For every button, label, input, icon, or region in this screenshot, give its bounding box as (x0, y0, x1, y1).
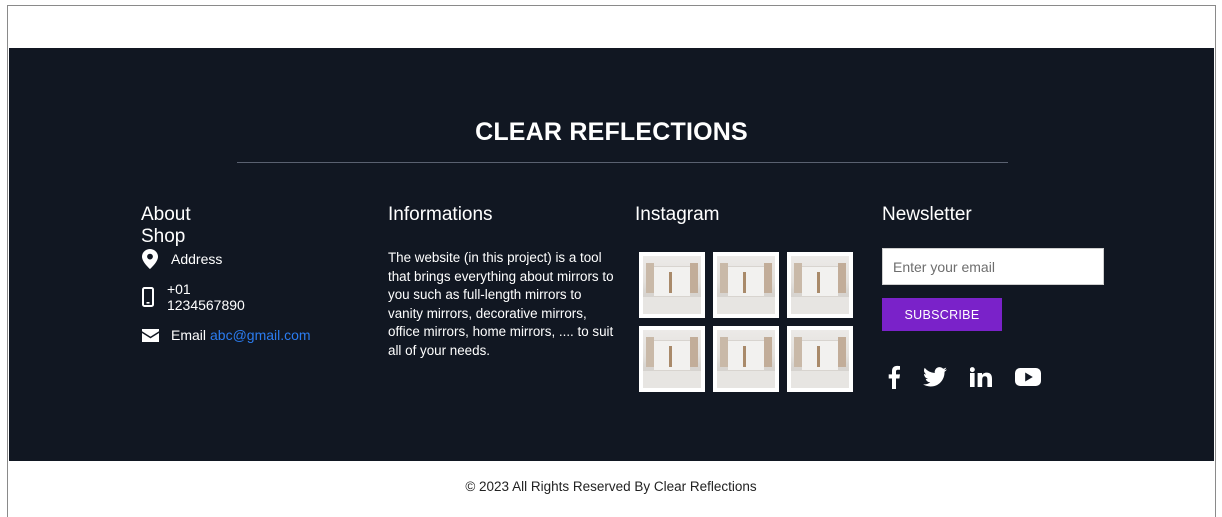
envelope-icon (141, 325, 159, 345)
email-link[interactable]: abc@gmail.com (210, 327, 311, 343)
informations-text: The website (in this project) is a tool … (388, 250, 614, 358)
email-row: Email abc@gmail.com (141, 324, 311, 346)
footer-brand-title: CLEAR REFLECTIONS (475, 118, 748, 146)
instagram-thumb[interactable] (639, 326, 705, 392)
map-pin-icon (141, 249, 159, 269)
about-shop-title: About Shop (141, 204, 191, 247)
copyright-text: © 2023 All Rights Reserved By Clear Refl… (465, 479, 757, 494)
newsletter-title: Newsletter (882, 204, 972, 225)
phone-row: +01 1234567890 (141, 281, 249, 313)
youtube-icon[interactable] (1015, 364, 1041, 390)
subscribe-button[interactable]: SUBSCRIBE (882, 298, 1002, 331)
phone-text: +01 1234567890 (166, 281, 245, 313)
linkedin-icon[interactable] (970, 364, 992, 390)
social-links (888, 364, 1064, 390)
instagram-thumb[interactable] (639, 252, 705, 318)
facebook-icon[interactable] (888, 364, 900, 390)
instagram-thumb[interactable] (713, 252, 779, 318)
address-row: Address (141, 248, 222, 270)
page-frame: CLEAR REFLECTIONS About Shop Address +01… (7, 5, 1216, 517)
email-label: Email (171, 327, 207, 343)
informations-title: Informations (388, 204, 493, 225)
twitter-icon[interactable] (923, 364, 947, 390)
brand-divider (237, 162, 1008, 163)
site-footer: CLEAR REFLECTIONS About Shop Address +01… (9, 48, 1214, 461)
instagram-thumb[interactable] (713, 326, 779, 392)
newsletter-email-input[interactable] (882, 248, 1104, 285)
instagram-thumb[interactable] (787, 326, 853, 392)
instagram-thumb[interactable] (787, 252, 853, 318)
instagram-grid (639, 252, 855, 392)
instagram-title: Instagram (635, 204, 720, 225)
address-text: Address (171, 251, 223, 267)
phone-icon (141, 287, 155, 307)
